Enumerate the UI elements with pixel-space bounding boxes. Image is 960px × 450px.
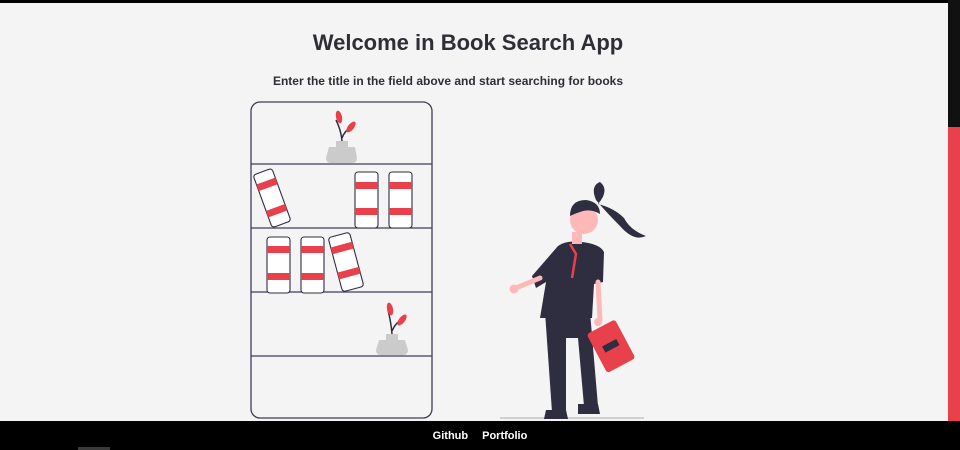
app-window: Welcome in Book Search App Enter the tit… xyxy=(0,0,960,450)
portfolio-link[interactable]: Portfolio xyxy=(482,430,527,442)
book-icon xyxy=(266,236,291,294)
bookshelf-illustration xyxy=(250,101,646,419)
book-icon xyxy=(253,168,291,228)
book-icon xyxy=(354,171,379,229)
book-icon xyxy=(328,232,364,292)
github-link[interactable]: Github xyxy=(433,430,468,442)
scrollbar-thumb[interactable] xyxy=(948,127,960,421)
plant-pot-icon xyxy=(376,302,408,355)
woman-reading-book-icon xyxy=(500,182,646,419)
footer: Github Portfolio xyxy=(0,421,960,450)
plant-pot-icon xyxy=(326,110,357,163)
book-icon xyxy=(300,236,325,294)
book-icon xyxy=(388,171,413,229)
